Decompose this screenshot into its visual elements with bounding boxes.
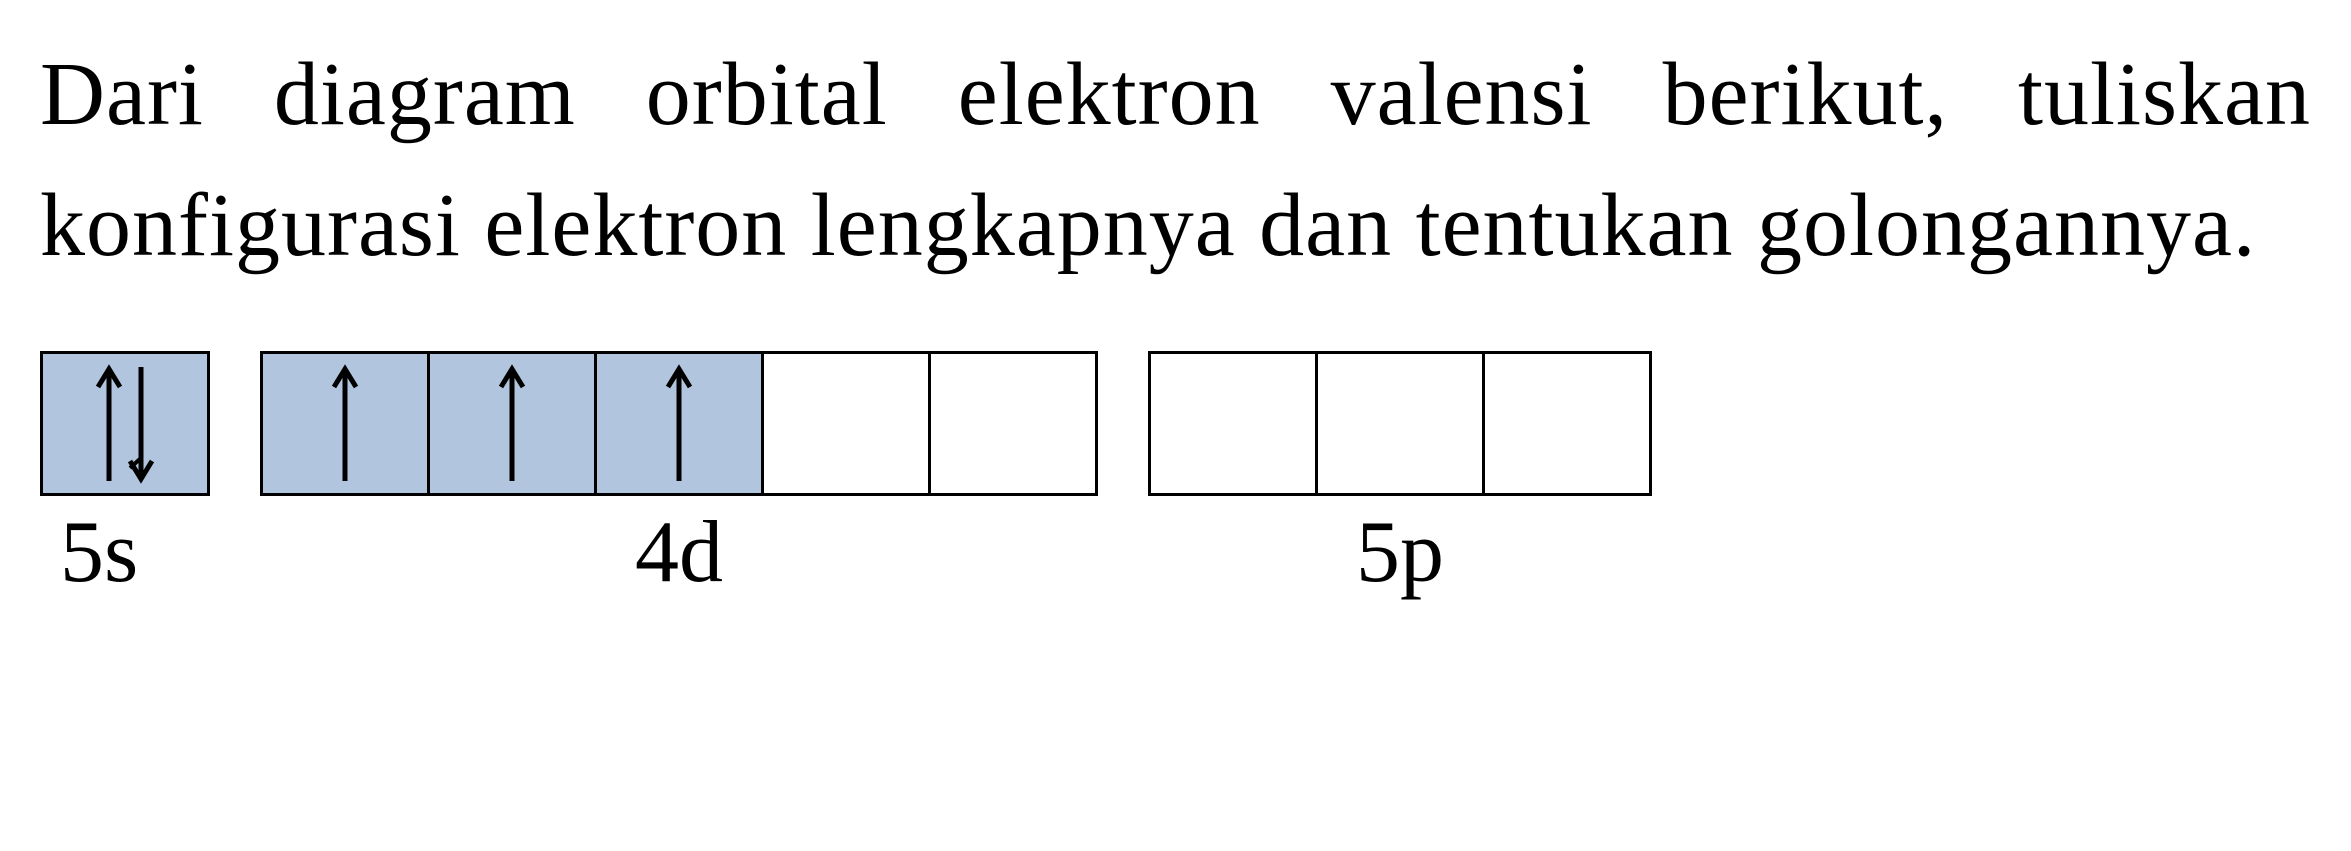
orbital-box (1148, 351, 1318, 496)
orbital-label-4d: 4d (260, 502, 1098, 603)
orbital-box (1315, 351, 1485, 496)
orbital-box (928, 351, 1098, 496)
electron-arrow-up (497, 363, 527, 485)
orbital-box (427, 351, 597, 496)
arrow-up-icon (664, 363, 694, 485)
electron-arrows-updown (94, 363, 156, 485)
orbital-label-5p: 5p (1148, 502, 1652, 603)
orbital-boxes-4d (260, 351, 1098, 496)
orbital-box (1482, 351, 1652, 496)
arrow-up-icon (497, 363, 527, 485)
orbital-label-5s: 5s (60, 502, 138, 603)
orbital-boxes-5s (40, 351, 210, 496)
orbital-box (260, 351, 430, 496)
orbital-group-5p: 5p (1148, 351, 1652, 603)
orbital-box (761, 351, 931, 496)
orbital-diagram: 5s (40, 351, 2311, 603)
electron-arrow-up (330, 363, 360, 485)
orbital-group-4d: 4d (260, 351, 1098, 603)
arrow-up-icon (330, 363, 360, 485)
arrow-down-icon (126, 363, 156, 485)
orbital-boxes-5p (1148, 351, 1652, 496)
orbital-group-5s: 5s (40, 351, 210, 603)
orbital-box (40, 351, 210, 496)
orbital-box (594, 351, 764, 496)
arrow-up-icon (94, 363, 124, 485)
question-text: Dari diagram orbital elektron valensi be… (40, 30, 2311, 291)
electron-arrow-up (664, 363, 694, 485)
